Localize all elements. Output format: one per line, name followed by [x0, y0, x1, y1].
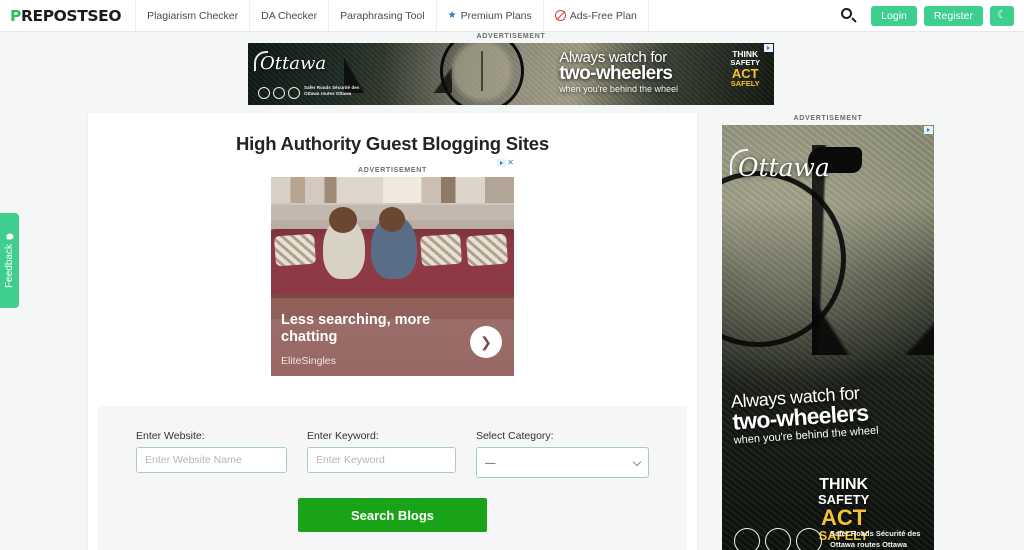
website-input[interactable]: [136, 447, 287, 473]
search-blogs-button[interactable]: Search Blogs: [298, 498, 487, 532]
ad-shelf: [271, 177, 514, 203]
logo-rest: REPOSTSEO: [20, 6, 122, 25]
category-label: Select Category:: [475, 430, 554, 442]
ottawa-badge-icon: [796, 528, 822, 550]
nav-label: Ads-Free Plan: [569, 9, 637, 22]
ottawa-badge-icon: [288, 87, 300, 99]
ad-cushion: [466, 233, 508, 267]
adchoices-icon[interactable]: [497, 159, 507, 167]
ottawa-footer-text: Safer Roads Sécurité des Ottawa routes O…: [830, 529, 921, 549]
ottawa-badge-icon: [765, 528, 791, 550]
inner-ad-brand: EliteSingles: [281, 355, 336, 367]
site-logo[interactable]: PREPOSTSEO: [0, 0, 137, 32]
banner-bike-frame: [344, 47, 452, 93]
feedback-tab-inner: Feedback: [4, 233, 15, 288]
ad-cushion: [274, 233, 316, 267]
feedback-label: Feedback: [4, 244, 16, 288]
category-select[interactable]: —: [475, 447, 649, 478]
feedback-tab[interactable]: Feedback: [0, 213, 19, 308]
keyword-input[interactable]: [306, 447, 456, 473]
nav-label: Premium Plans: [460, 9, 532, 22]
page-root: PREPOSTSEO Plagiarism Checker DA Checker…: [0, 0, 1024, 550]
nav-item-da-checker[interactable]: DA Checker: [250, 0, 330, 32]
slogan-act: ACT: [731, 65, 759, 81]
field-keyword: Enter Keyword:: [306, 430, 456, 478]
nav-item-ads-free-plan[interactable]: Ads-Free Plan: [544, 0, 649, 32]
inner-ad-creative[interactable]: Less searching, more chatting EliteSingl…: [271, 177, 514, 376]
nav-item-premium-plans[interactable]: ★ Premium Plans: [437, 0, 544, 32]
adchoices-icon[interactable]: [924, 126, 933, 134]
nav-label: Paraphrasing Tool: [340, 9, 425, 22]
slogan-think: THINK: [819, 476, 869, 493]
star-icon: ★: [447, 9, 457, 21]
site-header: PREPOSTSEO Plagiarism Checker DA Checker…: [0, 0, 1024, 32]
ottawa-badge-icon: [273, 87, 285, 99]
nav-item-plagiarism-checker[interactable]: Plagiarism Checker: [136, 0, 251, 32]
side-advertisement: ADVERTISEMENT Ottawa Always watch for tw…: [722, 115, 934, 550]
banner-headline-line2: two-wheelers: [559, 63, 673, 84]
header-actions: Login Register ☾: [840, 5, 1024, 26]
keyword-label: Enter Keyword:: [306, 430, 379, 442]
search-icon[interactable]: [840, 7, 858, 25]
banner-headline-line3: when you're behind the wheel: [559, 84, 678, 94]
ad-person-right-head: [379, 207, 405, 232]
banner-headline: Always watch for two-wheelers when you'r…: [559, 49, 678, 94]
logo-text: PREPOSTSEO: [10, 7, 121, 25]
ottawa-badge-group: [734, 528, 822, 550]
register-button[interactable]: Register: [923, 5, 983, 26]
nav-label: Plagiarism Checker: [147, 9, 239, 22]
top-ad-creative[interactable]: Ottawa Safer Roads Sécurité des Ottawa r…: [248, 43, 774, 105]
adchoices-triangle: [927, 128, 930, 132]
ottawa-badge-icon: [258, 87, 270, 99]
banner-bike-wheel: [440, 43, 524, 105]
ottawa-badge-icon: [734, 528, 760, 550]
field-category: Select Category: —: [475, 430, 649, 478]
adchoices-triangle: [767, 46, 770, 50]
inner-ad-controls: ✕: [497, 159, 514, 167]
adchoices-icon[interactable]: [764, 44, 773, 52]
top-advertisement: ADVERTISEMENT Ottawa Safer Roads Sécurit…: [248, 33, 774, 105]
page-title: High Authority Guest Blogging Sites: [236, 133, 549, 154]
side-ad-creative[interactable]: Ottawa Always watch for two-wheelers whe…: [722, 125, 934, 550]
nav-item-paraphrasing-tool[interactable]: Paraphrasing Tool: [329, 0, 437, 32]
ottawa-brand: Ottawa: [260, 53, 327, 74]
search-form-panel: Enter Website: Enter Keyword: Select Cat…: [98, 406, 687, 550]
inner-ad-label: ADVERTISEMENT: [358, 167, 427, 174]
category-select-wrap: —: [475, 447, 649, 478]
banner-slogan: THINK SAFETY ACT SAFELY: [730, 50, 760, 88]
search-icon-handle: [851, 16, 858, 23]
speech-bubble-icon: [6, 233, 14, 240]
chevron-right-icon[interactable]: ❯: [470, 326, 502, 358]
submit-row: Search Blogs: [98, 498, 687, 532]
main-nav: Plagiarism Checker DA Checker Paraphrasi…: [136, 0, 649, 32]
ad-cushion: [420, 233, 462, 267]
login-button[interactable]: Login: [871, 5, 917, 26]
search-icon-ring: [841, 7, 853, 19]
close-icon[interactable]: ✕: [507, 159, 514, 167]
ad-person-left-head: [329, 207, 357, 233]
ottawa-badge-group: [258, 87, 300, 99]
field-website: Enter Website:: [136, 430, 287, 478]
adchoices-triangle: [500, 161, 504, 165]
logo-lead-letter: P: [10, 6, 21, 25]
website-label: Enter Website:: [136, 430, 205, 442]
slogan-act: ACT: [821, 504, 867, 530]
inner-ad-headline: Less searching, more chatting: [281, 311, 431, 345]
side-ad-label: ADVERTISEMENT: [793, 115, 863, 122]
top-ad-label: ADVERTISEMENT: [476, 33, 546, 40]
no-ads-icon: [554, 10, 566, 21]
nav-label: DA Checker: [261, 9, 318, 22]
inner-advertisement: ADVERTISEMENT ✕ Less searching, more cha…: [271, 159, 514, 376]
ottawa-brand: Ottawa: [738, 153, 830, 182]
dark-mode-toggle[interactable]: ☾: [990, 5, 1014, 26]
slogan-safely: SAFELY: [730, 79, 760, 89]
ottawa-footer-text: Safer Roads Sécurité des Ottawa routes O…: [304, 84, 360, 96]
form-fields-row: Enter Website: Enter Keyword: Select Cat…: [98, 406, 687, 478]
